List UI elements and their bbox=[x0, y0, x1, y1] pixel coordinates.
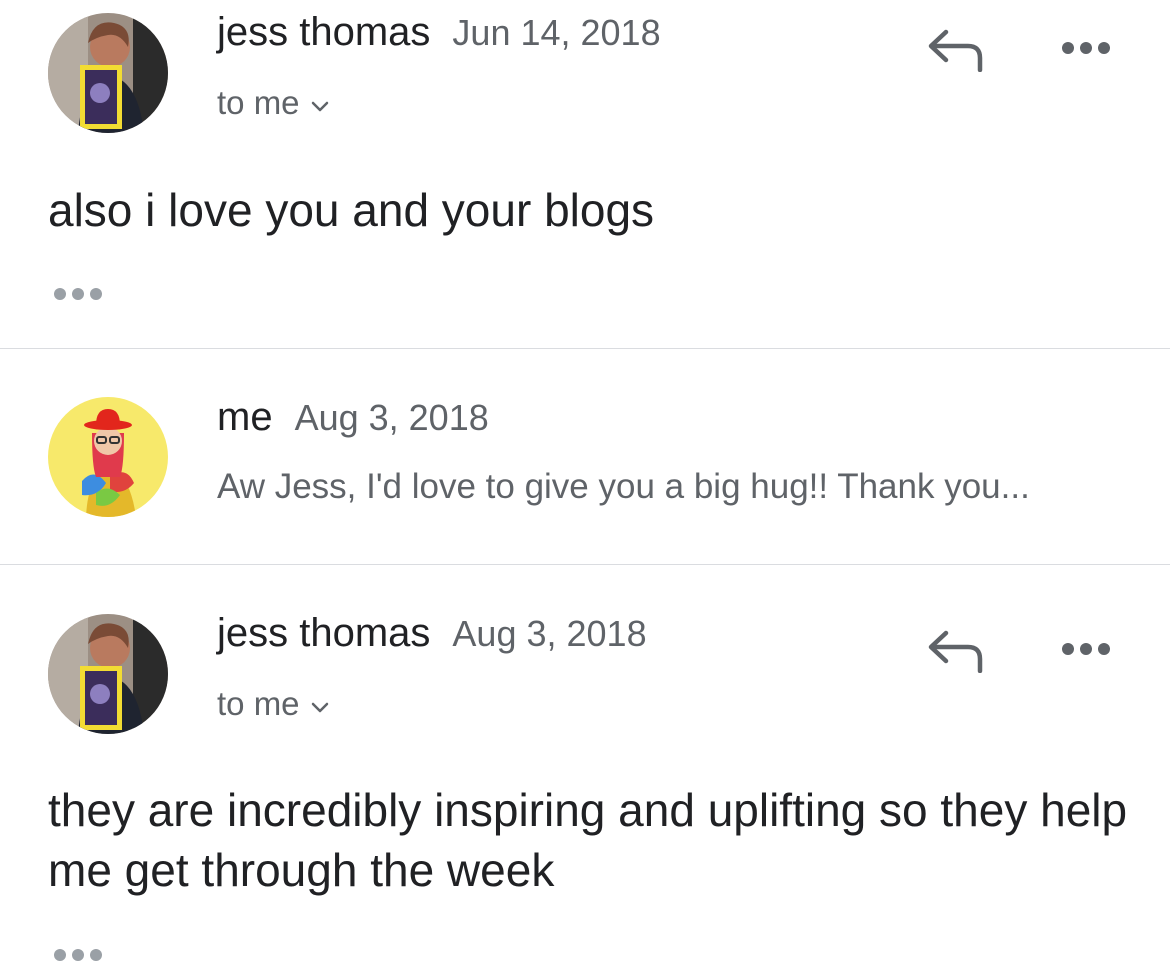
recipient-label: to me bbox=[217, 84, 300, 121]
sender-name: me bbox=[217, 395, 273, 439]
sender-name: jess thomas bbox=[217, 10, 431, 54]
message-date: Aug 3, 2018 bbox=[294, 397, 489, 438]
chevron-down-icon bbox=[310, 84, 330, 122]
show-trimmed-content-button[interactable] bbox=[52, 287, 104, 301]
more-options-button[interactable] bbox=[1058, 639, 1114, 659]
sender-avatar[interactable] bbox=[48, 13, 168, 133]
sender-line: jess thomas Aug 3, 2018 bbox=[217, 611, 647, 656]
show-trimmed-content-button[interactable] bbox=[52, 948, 104, 962]
sender-line: jess thomas Jun 14, 2018 bbox=[217, 10, 661, 55]
more-options-icon bbox=[1062, 42, 1110, 54]
sender-avatar[interactable] bbox=[48, 397, 168, 517]
sender-name: jess thomas bbox=[217, 611, 431, 655]
message-date: Aug 3, 2018 bbox=[452, 613, 647, 654]
sender-line: me Aug 3, 2018 bbox=[217, 395, 489, 440]
reply-icon bbox=[928, 29, 983, 73]
reply-button[interactable] bbox=[924, 24, 984, 73]
more-options-button[interactable] bbox=[1058, 38, 1114, 58]
message-snippet: Aw Jess, I'd love to give you a big hug!… bbox=[217, 467, 1030, 506]
reply-icon bbox=[928, 630, 983, 674]
message-3: jess thomas Aug 3, 2018 to me they are in… bbox=[0, 565, 1170, 976]
more-options-icon bbox=[1062, 643, 1110, 655]
message-2-collapsed[interactable]: me Aug 3, 2018 Aw Jess, I'd love to give … bbox=[0, 349, 1170, 564]
show-trimmed-content-icon bbox=[54, 949, 102, 961]
show-trimmed-content-icon bbox=[54, 288, 102, 300]
message-1: jess thomas Jun 14, 2018 to me also i lov… bbox=[0, 0, 1170, 348]
message-body: they are incredibly inspiring and uplift… bbox=[48, 784, 1128, 896]
recipient-toggle[interactable]: to me bbox=[217, 84, 330, 122]
message-body: also i love you and your blogs bbox=[48, 184, 655, 236]
sender-avatar[interactable] bbox=[48, 614, 168, 734]
reply-button[interactable] bbox=[924, 625, 984, 674]
recipient-label: to me bbox=[217, 685, 300, 722]
recipient-toggle[interactable]: to me bbox=[217, 685, 330, 723]
message-date: Jun 14, 2018 bbox=[452, 12, 661, 53]
chevron-down-icon bbox=[310, 685, 330, 723]
